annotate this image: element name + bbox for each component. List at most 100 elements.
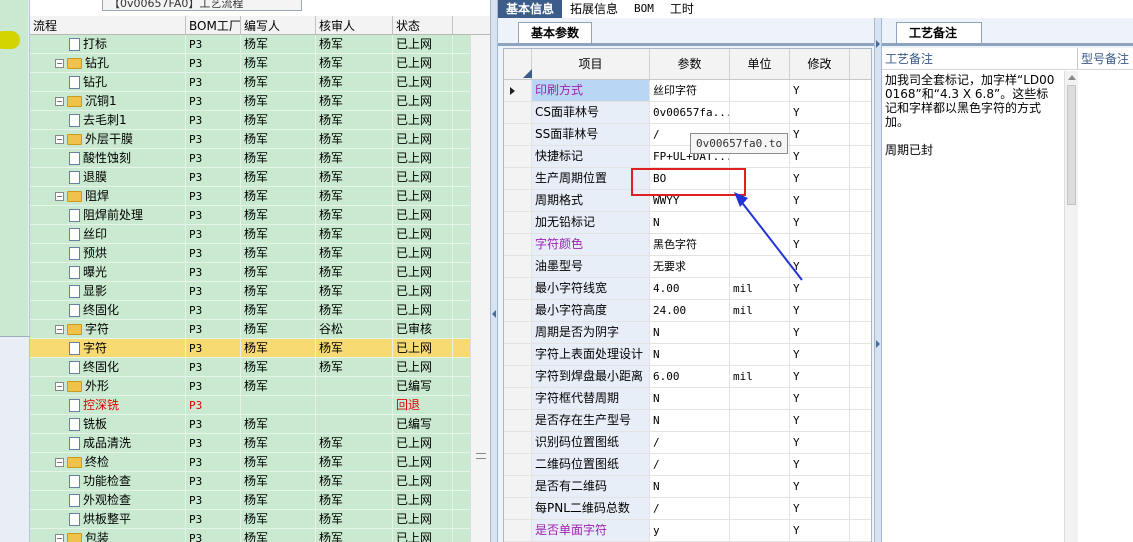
param-modify[interactable]: Y bbox=[790, 476, 850, 497]
param-unit[interactable] bbox=[730, 432, 790, 453]
tree-row[interactable]: 烘板整平 P3 杨军 杨军 已上网 bbox=[30, 510, 470, 529]
status-pill-icon[interactable] bbox=[0, 31, 20, 49]
collapse-icon[interactable]: − bbox=[55, 97, 64, 106]
param-modify[interactable]: Y bbox=[790, 322, 850, 343]
tree-row[interactable]: 字符 P3 杨军 杨军 已上网 bbox=[30, 339, 470, 358]
param-row[interactable]: 最小字符线宽 4.00 mil Y bbox=[504, 278, 871, 300]
param-value[interactable]: N bbox=[650, 322, 730, 343]
param-modify[interactable]: Y bbox=[790, 124, 850, 145]
tree-row[interactable]: 预烘 P3 杨军 杨军 已上网 bbox=[30, 244, 470, 263]
param-row[interactable]: 快捷标记 FP+UL+DAT... Y bbox=[504, 146, 871, 168]
splitter-right[interactable] bbox=[874, 0, 882, 542]
param-row[interactable]: SS面菲林号 / Y bbox=[504, 124, 871, 146]
tab-work-hours[interactable]: 工时 bbox=[662, 0, 702, 18]
tree-row[interactable]: 酸性蚀刻 P3 杨军 杨军 已上网 bbox=[30, 149, 470, 168]
scroll-thumb[interactable] bbox=[1067, 85, 1076, 205]
row-selector[interactable] bbox=[504, 190, 532, 211]
grid-col-item[interactable]: 项目 bbox=[532, 49, 650, 79]
param-modify[interactable]: Y bbox=[790, 410, 850, 431]
param-unit[interactable] bbox=[730, 322, 790, 343]
notes-col-process[interactable]: 工艺备注 bbox=[882, 48, 1078, 69]
param-row[interactable]: 油墨型号 无要求 Y bbox=[504, 256, 871, 278]
param-modify[interactable]: Y bbox=[790, 300, 850, 321]
tab-basic-params[interactable]: 基本参数 bbox=[518, 22, 593, 44]
param-value[interactable]: N bbox=[650, 344, 730, 365]
tree-row[interactable]: − 包装 P3 杨军 杨军 已上网 bbox=[30, 529, 470, 542]
tree-row[interactable]: − 外层干膜 P3 杨军 杨军 已上网 bbox=[30, 130, 470, 149]
param-value[interactable]: 6.00 bbox=[650, 366, 730, 387]
param-row[interactable]: 是否单面字符 y Y bbox=[504, 520, 871, 542]
row-selector[interactable] bbox=[504, 322, 532, 343]
param-row[interactable]: 印刷方式 丝印字符 Y bbox=[504, 80, 871, 102]
row-selector[interactable] bbox=[504, 146, 532, 167]
param-value[interactable]: 黑色字符 bbox=[650, 234, 730, 255]
param-row[interactable]: 字符上表面处理设计 N Y bbox=[504, 344, 871, 366]
tree-col-status[interactable]: 状态 bbox=[393, 16, 453, 34]
tab-extended-info[interactable]: 拓展信息 bbox=[562, 0, 626, 18]
param-unit[interactable] bbox=[730, 102, 790, 123]
param-row[interactable]: 每PNL二维码总数 / Y bbox=[504, 498, 871, 520]
collapse-icon[interactable]: − bbox=[55, 325, 64, 334]
param-value[interactable]: N bbox=[650, 410, 730, 431]
row-selector[interactable] bbox=[504, 256, 532, 277]
tree-col-flow[interactable]: 流程 bbox=[30, 16, 186, 34]
row-selector[interactable] bbox=[504, 80, 532, 101]
param-modify[interactable]: Y bbox=[790, 454, 850, 475]
param-modify[interactable]: Y bbox=[790, 80, 850, 101]
param-unit[interactable] bbox=[730, 454, 790, 475]
tree-row[interactable]: 外观检查 P3 杨军 杨军 已上网 bbox=[30, 491, 470, 510]
scroll-up-icon[interactable] bbox=[1068, 75, 1076, 80]
collapse-arrow-icon[interactable] bbox=[492, 310, 496, 318]
tree-col-reviewer[interactable]: 核审人 bbox=[316, 16, 393, 34]
collapse-icon[interactable]: − bbox=[55, 534, 64, 542]
tree-row[interactable]: 曝光 P3 杨军 杨军 已上网 bbox=[30, 263, 470, 282]
row-selector[interactable] bbox=[504, 366, 532, 387]
collapse-icon[interactable]: − bbox=[55, 382, 64, 391]
tree-scrollbar[interactable] bbox=[470, 35, 490, 542]
param-modify[interactable]: Y bbox=[790, 344, 850, 365]
row-selector[interactable] bbox=[504, 278, 532, 299]
param-row[interactable]: 字符到焊盘最小距离 6.00 mil Y bbox=[504, 366, 871, 388]
collapse-icon[interactable]: − bbox=[55, 135, 64, 144]
tab-process-notes[interactable]: 工艺备注 bbox=[896, 22, 982, 44]
param-row[interactable]: 二维码位置图纸 / Y bbox=[504, 454, 871, 476]
param-modify[interactable]: Y bbox=[790, 146, 850, 167]
row-selector[interactable] bbox=[504, 388, 532, 409]
tree-row[interactable]: 终固化 P3 杨军 杨军 已上网 bbox=[30, 301, 470, 320]
collapse-icon[interactable]: − bbox=[55, 458, 64, 467]
row-selector[interactable] bbox=[504, 300, 532, 321]
param-unit[interactable] bbox=[730, 80, 790, 101]
param-modify[interactable]: Y bbox=[790, 366, 850, 387]
param-row[interactable]: 最小字符高度 24.00 mil Y bbox=[504, 300, 871, 322]
param-modify[interactable]: Y bbox=[790, 102, 850, 123]
row-selector[interactable] bbox=[504, 344, 532, 365]
grid-col-param[interactable]: 参数 bbox=[650, 49, 730, 79]
row-selector[interactable] bbox=[504, 410, 532, 431]
param-value[interactable]: N bbox=[650, 212, 730, 233]
param-value[interactable]: 丝印字符 bbox=[650, 80, 730, 101]
param-value[interactable]: / bbox=[650, 432, 730, 453]
grid-col-modify[interactable]: 修改 bbox=[790, 49, 850, 79]
param-unit[interactable] bbox=[730, 498, 790, 519]
row-selector[interactable] bbox=[504, 234, 532, 255]
expand-arrow-icon-2[interactable] bbox=[876, 340, 880, 348]
param-row[interactable]: 周期是否为阴字 N Y bbox=[504, 322, 871, 344]
row-selector[interactable] bbox=[504, 520, 532, 541]
collapse-icon[interactable]: − bbox=[55, 59, 64, 68]
param-value[interactable]: 无要求 bbox=[650, 256, 730, 277]
param-value[interactable]: 4.00 bbox=[650, 278, 730, 299]
tree-row[interactable]: 打标 P3 杨军 杨军 已上网 bbox=[30, 35, 470, 54]
param-unit[interactable]: mil bbox=[730, 366, 790, 387]
param-modify[interactable]: Y bbox=[790, 498, 850, 519]
param-row[interactable]: 是否存在生产型号 N Y bbox=[504, 410, 871, 432]
tree-row[interactable]: − 终检 P3 杨军 杨军 已上网 bbox=[30, 453, 470, 472]
tab-bom[interactable]: BOM bbox=[626, 0, 662, 18]
tree-row[interactable]: 铣板 P3 杨军 已编写 bbox=[30, 415, 470, 434]
param-value[interactable]: N bbox=[650, 388, 730, 409]
param-row[interactable]: 字符框代替周期 N Y bbox=[504, 388, 871, 410]
tree-row[interactable]: − 阻焊 P3 杨军 杨军 已上网 bbox=[30, 187, 470, 206]
tree-col-bom[interactable]: BOM工厂 bbox=[186, 16, 241, 34]
row-selector[interactable] bbox=[504, 168, 532, 189]
tree-row[interactable]: − 钻孔 P3 杨军 杨军 已上网 bbox=[30, 54, 470, 73]
param-unit[interactable] bbox=[730, 388, 790, 409]
